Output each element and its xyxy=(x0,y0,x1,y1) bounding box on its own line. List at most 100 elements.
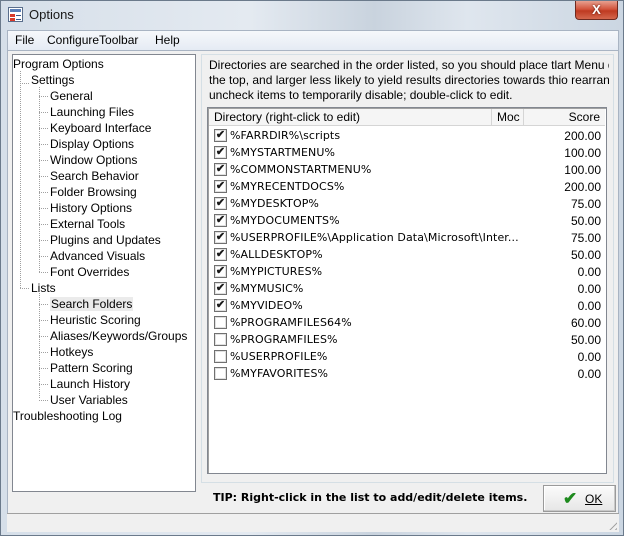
enable-checkbox[interactable]: ✔ xyxy=(214,299,227,312)
score-cell: 50.00 xyxy=(570,214,601,228)
window-title: Options xyxy=(29,7,74,22)
score-cell: 50.00 xyxy=(570,333,601,347)
directory-cell: %PROGRAMFILES% xyxy=(230,333,338,346)
list-row[interactable]: %MYFAVORITES% 0.00 xyxy=(209,365,605,382)
checkmark-icon: ✔ xyxy=(215,231,226,243)
list-row[interactable]: %PROGRAMFILES64% 60.00 xyxy=(209,314,605,331)
column-header-score[interactable]: Score xyxy=(524,109,605,126)
score-cell: 0.00 xyxy=(577,265,601,279)
tree-item-keyboard-interface[interactable]: Keyboard Interface xyxy=(50,121,151,135)
directory-cell: %MYSTARTMENU% xyxy=(230,146,336,159)
client-area: Program Options Settings General Launching … xyxy=(7,50,619,532)
tree-item-search-behavior[interactable]: Search Behavior xyxy=(50,169,139,183)
resize-grip-icon[interactable] xyxy=(606,519,617,530)
list-row[interactable]: ✔ %FARRDIR%\scripts 200.00 xyxy=(209,127,605,144)
enable-checkbox[interactable]: ✔ xyxy=(214,282,227,295)
directory-cell: %MYPICTURES% xyxy=(230,265,323,278)
directory-cell: %MYVIDEO% xyxy=(230,299,303,312)
directory-cell: %MYDESKTOP% xyxy=(230,197,319,210)
enable-checkbox[interactable]: ✔ xyxy=(214,197,227,210)
checkmark-icon: ✔ xyxy=(215,265,226,277)
directory-list[interactable]: Directory (right-click to edit) Moc Scor… xyxy=(207,107,607,474)
close-icon: X xyxy=(592,2,601,17)
tree-item-external-tools[interactable]: External Tools xyxy=(50,217,125,231)
options-tree[interactable]: Program Options Settings General Launching … xyxy=(12,54,196,492)
score-cell: 75.00 xyxy=(570,231,601,245)
tree-item-heuristic-scoring[interactable]: Heuristic Scoring xyxy=(50,313,141,327)
list-row[interactable]: ✔ %MYDOCUMENTS% 50.00 xyxy=(209,212,605,229)
directory-cell: %USERPROFILE% xyxy=(230,350,328,363)
list-row[interactable]: %USERPROFILE% 0.00 xyxy=(209,348,605,365)
directory-cell: %MYRECENTDOCS% xyxy=(230,180,345,193)
directory-cell: %MYMUSIC% xyxy=(230,282,304,295)
tree-item-search-folders[interactable]: Search Folders xyxy=(50,297,134,311)
score-cell: 0.00 xyxy=(577,367,601,381)
checkmark-icon: ✔ xyxy=(563,489,578,508)
tree-item-folder-browsing[interactable]: Folder Browsing xyxy=(50,185,137,199)
ok-button[interactable]: ✔ OK xyxy=(543,485,616,512)
score-cell: 200.00 xyxy=(564,129,601,143)
enable-checkbox[interactable] xyxy=(214,367,227,380)
list-row[interactable]: ✔ %MYSTARTMENU% 100.00 xyxy=(209,144,605,161)
enable-checkbox[interactable] xyxy=(214,316,227,329)
tree-item-hotkeys[interactable]: Hotkeys xyxy=(50,345,93,359)
options-checklist-icon xyxy=(8,7,23,22)
list-row[interactable]: ✔ %USERPROFILE%\Application Data\Microsof… xyxy=(209,229,605,246)
enable-checkbox[interactable]: ✔ xyxy=(214,163,227,176)
list-row[interactable]: ✔ %COMMONSTARTMENU% 100.00 xyxy=(209,161,605,178)
tree-item-launch-history[interactable]: Launch History xyxy=(50,377,130,391)
list-header: Directory (right-click to edit) Moc Scor… xyxy=(209,109,605,126)
enable-checkbox[interactable]: ✔ xyxy=(214,265,227,278)
checkmark-icon: ✔ xyxy=(215,163,226,175)
tree-item-pattern-scoring[interactable]: Pattern Scoring xyxy=(50,361,133,375)
tree-item-program-options[interactable]: Program Options xyxy=(13,57,104,71)
directory-cell: %USERPROFILE%\Application Data\Microsoft… xyxy=(230,231,519,244)
enable-checkbox[interactable]: ✔ xyxy=(214,231,227,244)
enable-checkbox[interactable] xyxy=(214,350,227,363)
title-bar[interactable]: Options X xyxy=(1,1,623,30)
tree-item-window-options[interactable]: Window Options xyxy=(50,153,137,167)
enable-checkbox[interactable]: ✔ xyxy=(214,129,227,142)
list-row[interactable]: %PROGRAMFILES% 50.00 xyxy=(209,331,605,348)
list-row[interactable]: ✔ %MYRECENTDOCS% 200.00 xyxy=(209,178,605,195)
enable-checkbox[interactable]: ✔ xyxy=(214,180,227,193)
enable-checkbox[interactable]: ✔ xyxy=(214,248,227,261)
tree-item-display-options[interactable]: Display Options xyxy=(50,137,134,151)
menu-configure-toolbar[interactable]: ConfigureToolbar xyxy=(47,33,138,47)
score-cell: 0.00 xyxy=(577,282,601,296)
tree-item-plugins-and-updates[interactable]: Plugins and Updates xyxy=(50,233,161,247)
directory-cell: %PROGRAMFILES64% xyxy=(230,316,352,329)
menu-file[interactable]: File xyxy=(15,33,34,47)
score-cell: 50.00 xyxy=(570,248,601,262)
list-row[interactable]: ✔ %ALLDESKTOP% 50.00 xyxy=(209,246,605,263)
list-row[interactable]: ✔ %MYVIDEO% 0.00 xyxy=(209,297,605,314)
list-row[interactable]: ✔ %MYDESKTOP% 75.00 xyxy=(209,195,605,212)
enable-checkbox[interactable]: ✔ xyxy=(214,146,227,159)
menu-bar: File ConfigureToolbar Help xyxy=(7,30,619,50)
list-row[interactable]: ✔ %MYMUSIC% 0.00 xyxy=(209,280,605,297)
enable-checkbox[interactable] xyxy=(214,333,227,346)
checkmark-icon: ✔ xyxy=(215,197,226,209)
tree-item-settings[interactable]: Settings xyxy=(31,73,74,87)
tree-item-font-overrides[interactable]: Font Overrides xyxy=(50,265,129,279)
tip-text: TIP: Right-click in the list to add/edit… xyxy=(213,491,528,504)
status-bar xyxy=(7,513,619,532)
score-cell: 0.00 xyxy=(577,350,601,364)
column-header-mod[interactable]: Moc xyxy=(492,109,524,126)
tree-item-general[interactable]: General xyxy=(50,89,93,103)
tree-item-user-variables[interactable]: User Variables xyxy=(50,393,128,407)
search-folders-panel: Directories are searched in the order li… xyxy=(201,54,614,483)
list-row[interactable]: ✔ %MYPICTURES% 0.00 xyxy=(209,263,605,280)
enable-checkbox[interactable]: ✔ xyxy=(214,214,227,227)
tree-item-launching-files[interactable]: Launching Files xyxy=(50,105,134,119)
tree-item-history-options[interactable]: History Options xyxy=(50,201,132,215)
checkmark-icon: ✔ xyxy=(215,299,226,311)
tree-item-troubleshooting-log[interactable]: Troubleshooting Log xyxy=(13,409,122,423)
menu-help[interactable]: Help xyxy=(155,33,180,47)
description-line: Directories are searched in the order li… xyxy=(209,58,609,72)
tree-item-advanced-visuals[interactable]: Advanced Visuals xyxy=(50,249,145,263)
tree-item-aliases-keywords-groups[interactable]: Aliases/Keywords/Groups xyxy=(50,329,187,343)
tree-item-lists[interactable]: Lists xyxy=(31,281,56,295)
column-header-directory[interactable]: Directory (right-click to edit) xyxy=(209,109,492,126)
close-button[interactable]: X xyxy=(575,1,618,20)
